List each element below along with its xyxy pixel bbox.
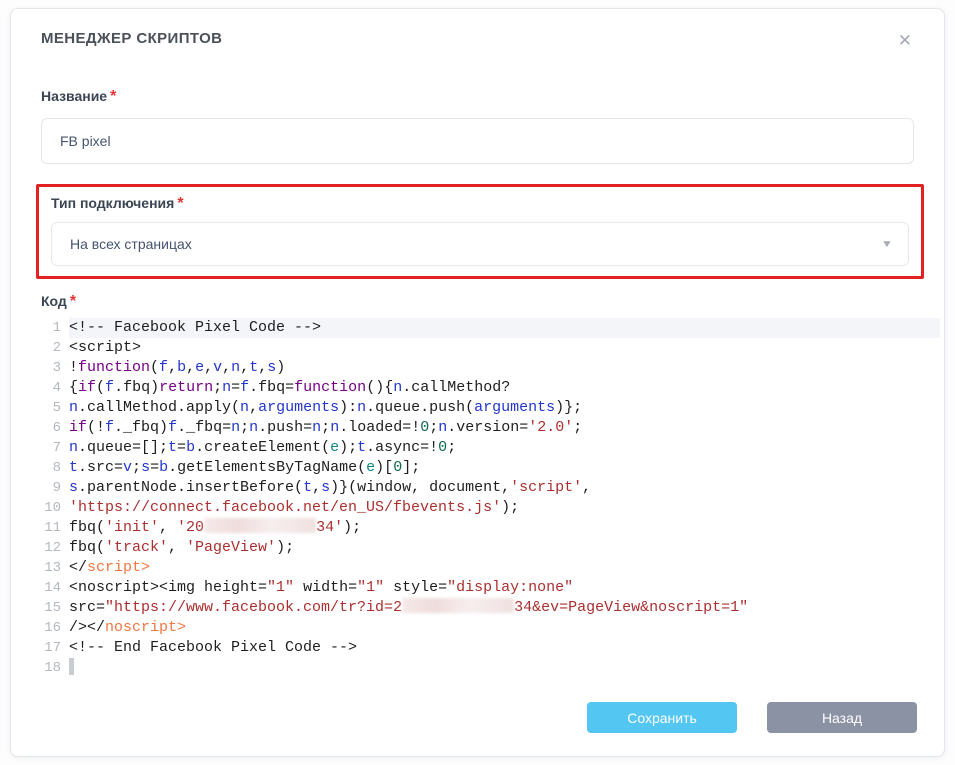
- line-number: 5: [41, 398, 69, 418]
- line-number: 11: [41, 518, 69, 538]
- code-line: 14<noscript><img height="1" width="1" st…: [41, 578, 940, 598]
- code-line: 10'https://connect.facebook.net/en_US/fb…: [41, 498, 940, 518]
- connection-type-value: На всех страницах: [70, 236, 192, 252]
- code-line-content: n.queue=[];t=b.createElement(e);t.async=…: [69, 438, 940, 458]
- code-line-content: /></noscript>: [69, 618, 940, 638]
- code-line-content: !function(f,b,e,v,n,t,s): [69, 358, 940, 378]
- line-number: 1: [41, 318, 69, 338]
- line-number: 4: [41, 378, 69, 398]
- code-line-content: n.callMethod.apply(n,arguments):n.queue.…: [69, 398, 940, 418]
- annotation-highlight-box: Тип подключения* На всех страницах ▼: [36, 184, 924, 279]
- code-line: 12fbq('track', 'PageView');: [41, 538, 940, 558]
- code-label-row: Код*: [41, 293, 914, 311]
- code-line: 18: [41, 658, 940, 679]
- chevron-down-icon: ▼: [881, 239, 893, 250]
- redacted-pixel-id: [402, 598, 514, 613]
- code-line-content: 'https://connect.facebook.net/en_US/fbev…: [69, 498, 940, 518]
- line-number: 6: [41, 418, 69, 438]
- line-number: 8: [41, 458, 69, 478]
- line-number: 10: [41, 498, 69, 518]
- code-line-content: fbq('init', '2034');: [69, 518, 940, 538]
- name-label: Название: [41, 88, 107, 104]
- script-manager-modal: МЕНЕДЖЕР СКРИПТОВ ✕ Название* Тип подклю…: [10, 8, 945, 757]
- required-asterisk: *: [110, 88, 116, 105]
- code-line-content: <noscript><img height="1" width="1" styl…: [69, 578, 940, 598]
- code-line: 13</script>: [41, 558, 940, 578]
- connection-type-label-row: Тип подключения*: [51, 195, 909, 213]
- code-line: 17<!-- End Facebook Pixel Code -->: [41, 638, 940, 658]
- back-button[interactable]: Назад: [767, 702, 917, 733]
- code-line: 16/></noscript>: [41, 618, 940, 638]
- code-line-content: if(!f._fbq)f._fbq=n;n.push=n;n.loaded=!0…: [69, 418, 940, 438]
- connection-type-select[interactable]: На всех страницах ▼: [51, 222, 909, 266]
- code-line: 3!function(f,b,e,v,n,t,s): [41, 358, 940, 378]
- code-line-content: src="https://www.facebook.com/tr?id=234&…: [69, 598, 940, 618]
- line-number: 18: [41, 658, 69, 679]
- modal-title: МЕНЕДЖЕР СКРИПТОВ: [41, 30, 222, 47]
- code-line-content: <!-- End Facebook Pixel Code -->: [69, 638, 940, 658]
- required-asterisk: *: [177, 195, 183, 212]
- code-line: 9s.parentNode.insertBefore(t,s)}(window,…: [41, 478, 940, 498]
- line-number: 2: [41, 338, 69, 358]
- line-number: 7: [41, 438, 69, 458]
- code-line-content: [69, 658, 940, 679]
- text-cursor: [69, 658, 74, 675]
- code-line-content: <!-- Facebook Pixel Code -->: [69, 318, 940, 338]
- code-line: 11fbq('init', '2034');: [41, 518, 940, 538]
- code-line: 1<!-- Facebook Pixel Code -->: [41, 318, 940, 338]
- line-number: 13: [41, 558, 69, 578]
- name-field-group: Название*: [41, 88, 914, 164]
- code-line: 7n.queue=[];t=b.createElement(e);t.async…: [41, 438, 940, 458]
- code-line: 5n.callMethod.apply(n,arguments):n.queue…: [41, 398, 940, 418]
- line-number: 17: [41, 638, 69, 658]
- code-line: 4{if(f.fbq)return;n=f.fbq=function(){n.c…: [41, 378, 940, 398]
- name-input[interactable]: [41, 118, 914, 164]
- name-label-row: Название*: [41, 88, 914, 106]
- close-icon[interactable]: ✕: [894, 30, 916, 51]
- line-number: 12: [41, 538, 69, 558]
- code-editor[interactable]: 1<!-- Facebook Pixel Code -->2<script>3!…: [41, 318, 940, 702]
- code-line: 2<script>: [41, 338, 940, 358]
- line-number: 16: [41, 618, 69, 638]
- code-line-content: fbq('track', 'PageView');: [69, 538, 940, 558]
- code-line-content: t.src=v;s=b.getElementsByTagName(e)[0];: [69, 458, 940, 478]
- code-line: 8t.src=v;s=b.getElementsByTagName(e)[0];: [41, 458, 940, 478]
- line-number: 14: [41, 578, 69, 598]
- modal-header: МЕНЕДЖЕР СКРИПТОВ ✕: [11, 9, 944, 51]
- code-line-content: s.parentNode.insertBefore(t,s)}(window, …: [69, 478, 940, 498]
- code-line-content: <script>: [69, 338, 940, 358]
- line-number: 15: [41, 598, 69, 618]
- redacted-pixel-id: [204, 518, 316, 533]
- code-line-content: </script>: [69, 558, 940, 578]
- save-button[interactable]: Сохранить: [587, 702, 737, 733]
- code-line-content: {if(f.fbq)return;n=f.fbq=function(){n.ca…: [69, 378, 940, 398]
- connection-type-label: Тип подключения: [51, 195, 174, 211]
- code-label: Код: [41, 293, 67, 309]
- line-number: 3: [41, 358, 69, 378]
- modal-footer: Сохранить Назад: [11, 702, 944, 756]
- required-asterisk: *: [70, 293, 76, 310]
- line-number: 9: [41, 478, 69, 498]
- code-line: 6if(!f._fbq)f._fbq=n;n.push=n;n.loaded=!…: [41, 418, 940, 438]
- code-line: 15src="https://www.facebook.com/tr?id=23…: [41, 598, 940, 618]
